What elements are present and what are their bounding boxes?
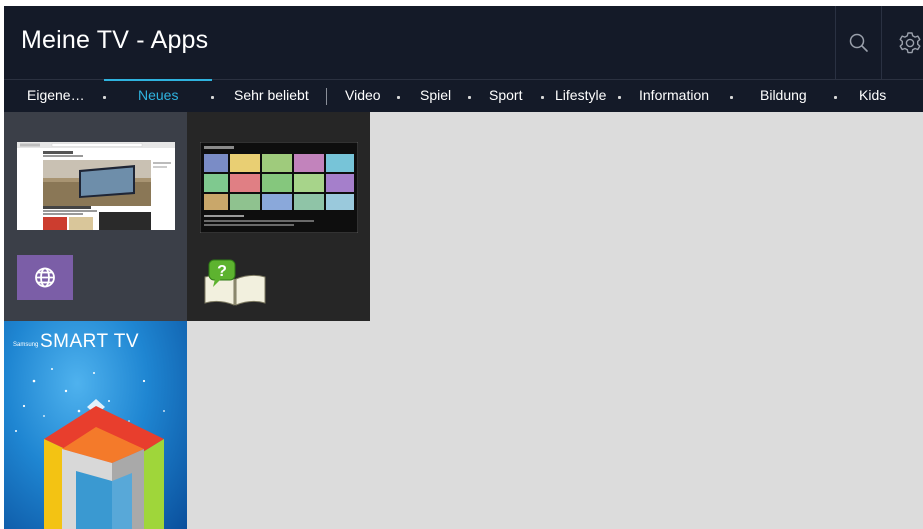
tab-separator-dot [541, 96, 544, 99]
tab-bildung[interactable]: Bildung [760, 87, 807, 103]
settings-button[interactable] [897, 30, 923, 56]
tab-lifestyle[interactable]: Lifestyle [555, 87, 606, 103]
active-tab-indicator [104, 79, 212, 81]
tab-sehr-beliebt[interactable]: Sehr beliebt [234, 87, 309, 103]
gear-icon [899, 32, 921, 54]
tab-separator-dot [103, 96, 106, 99]
search-icon [849, 33, 868, 52]
tab-separator-dot [397, 96, 400, 99]
header-divider [881, 6, 882, 79]
browser-preview-thumbnail [17, 142, 175, 230]
tab-spiel[interactable]: Spiel [420, 87, 451, 103]
browser-app-icon [17, 255, 73, 300]
app-tile-samsung-smart-tv[interactable]: Samsung SMART TV [4, 321, 187, 529]
header-bar: Meine TV - Apps [4, 6, 923, 79]
tab-kids[interactable]: Kids [859, 87, 886, 103]
category-tabs: Eigene… Neues Sehr beliebt Video Spiel S… [4, 79, 923, 112]
search-button[interactable] [846, 30, 872, 56]
page-title: Meine TV - Apps [21, 26, 209, 54]
smart-tv-cube-graphic [15, 368, 165, 529]
app-tile-e-manual[interactable]: ? [187, 112, 370, 321]
tab-eigene[interactable]: Eigene… [27, 87, 85, 103]
tab-separator-dot [730, 96, 733, 99]
app-tile-web-browser[interactable] [4, 112, 187, 321]
header-divider [835, 6, 836, 79]
tab-separator-dot [618, 96, 621, 99]
manual-book-icon: ? [204, 259, 266, 306]
manual-app-icon: ? [201, 257, 271, 309]
tab-separator-dot [834, 96, 837, 99]
tv-apps-screen: Meine TV - Apps Eigene… Neues Sehr belie… [4, 6, 923, 529]
svg-text:?: ? [217, 263, 227, 280]
nav-divider [326, 88, 327, 105]
tab-separator-dot [211, 96, 214, 99]
tab-neues[interactable]: Neues [138, 87, 178, 103]
tab-separator-dot [468, 96, 471, 99]
tab-sport[interactable]: Sport [489, 87, 522, 103]
globe-icon [35, 267, 55, 288]
tab-video[interactable]: Video [345, 87, 381, 103]
manual-preview-thumbnail [199, 141, 359, 234]
tab-information[interactable]: Information [639, 87, 709, 103]
